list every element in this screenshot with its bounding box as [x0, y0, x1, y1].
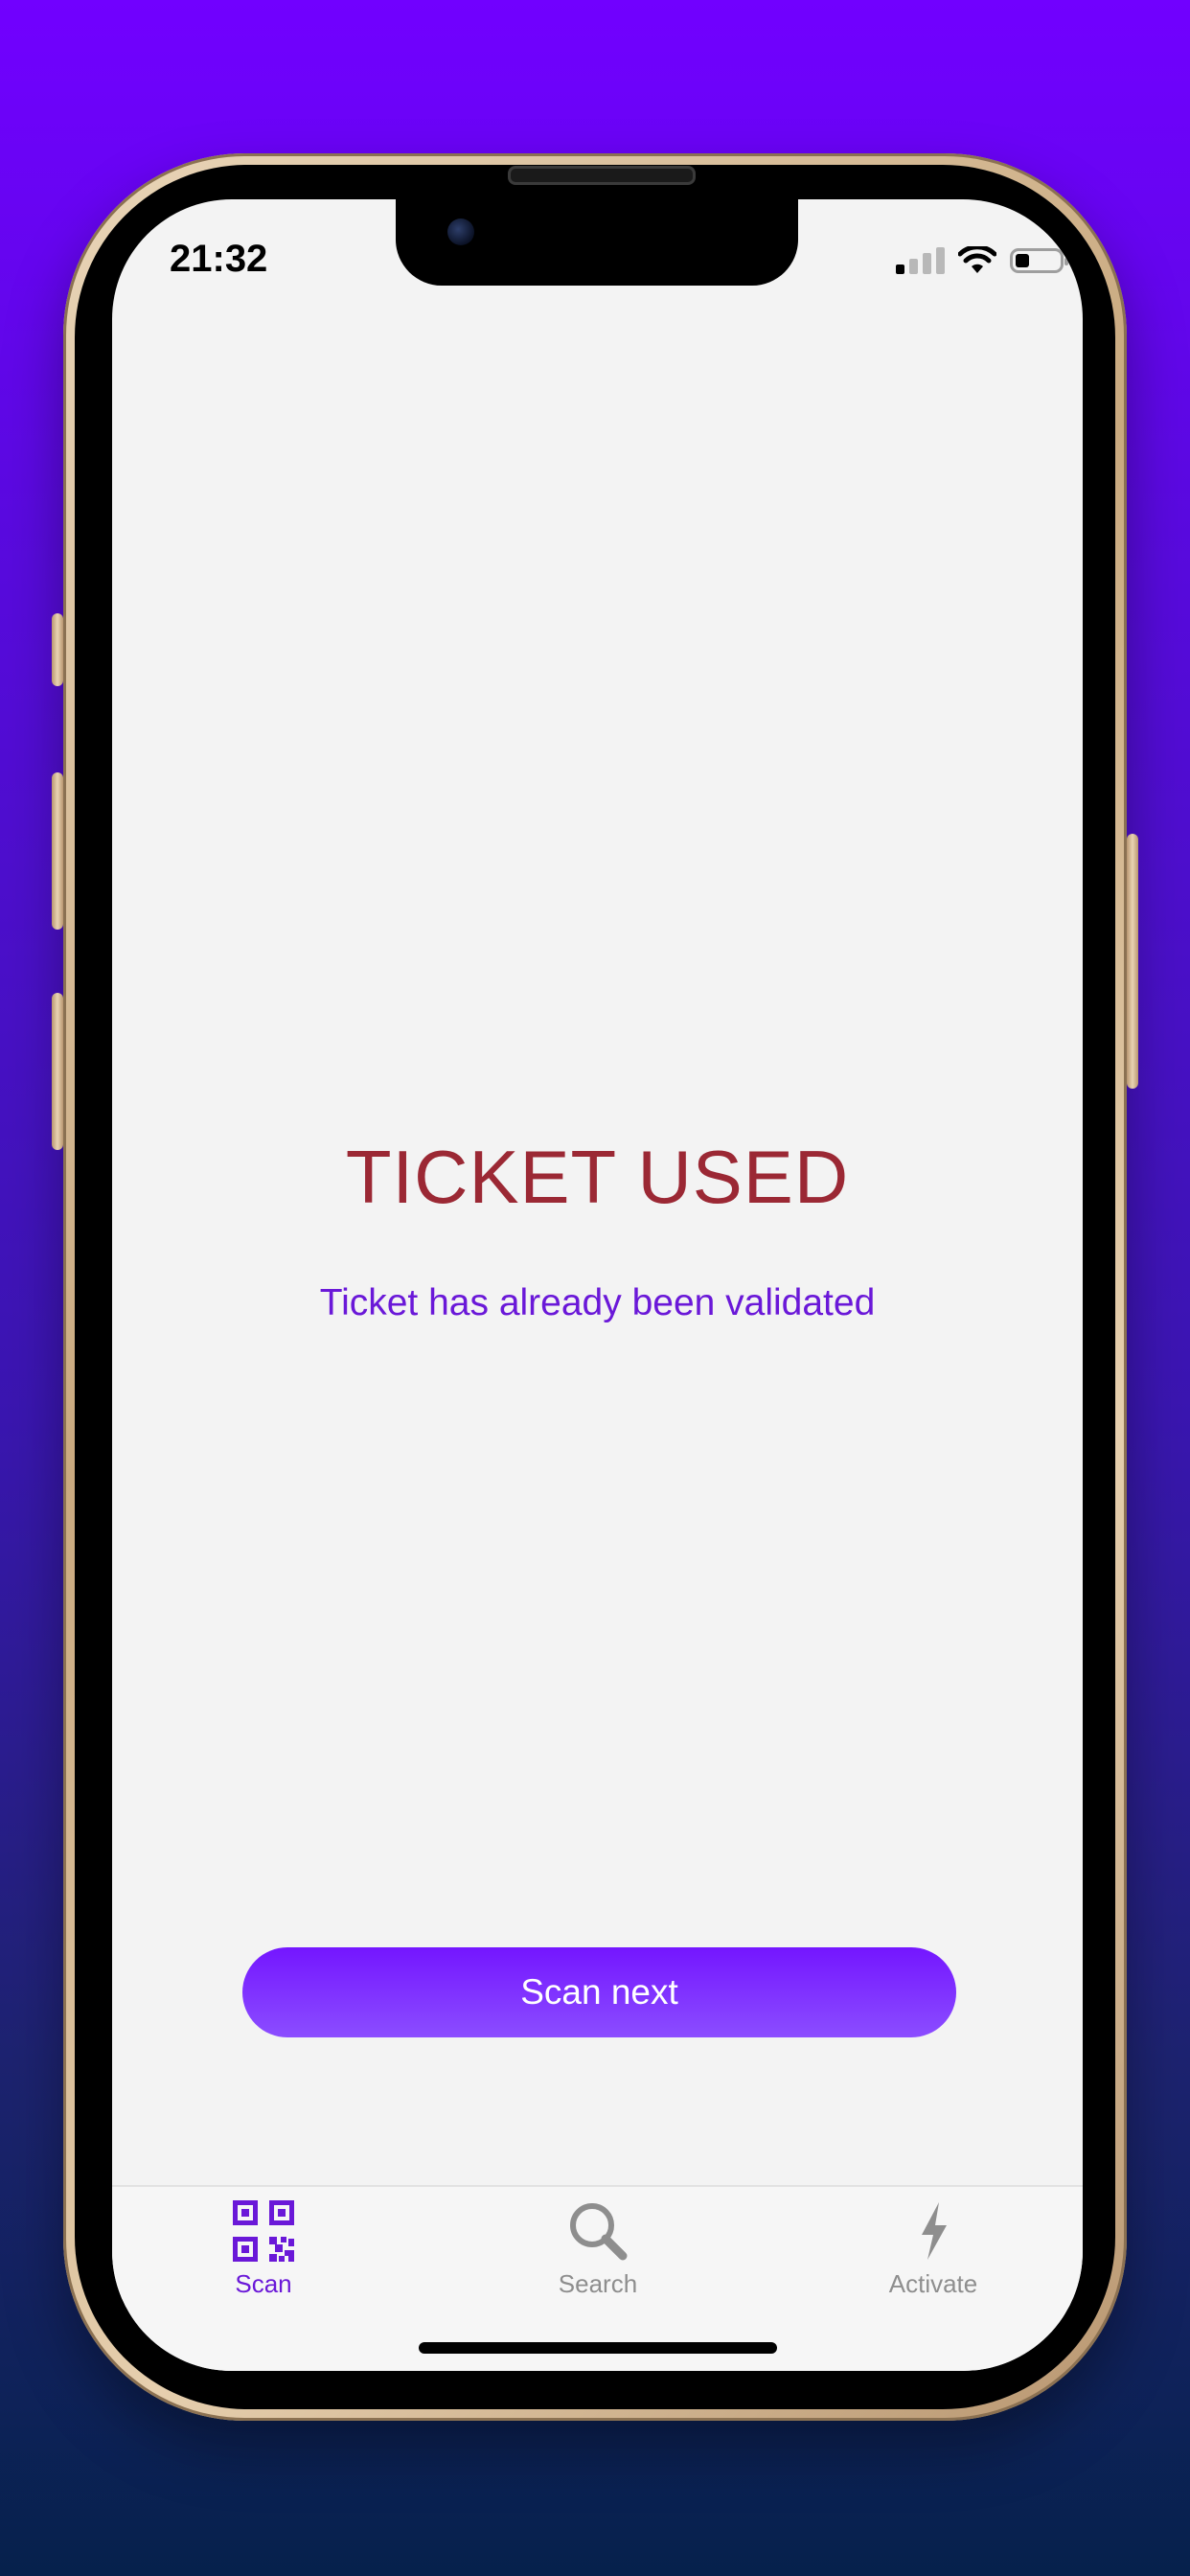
tab-scan-label: Scan	[235, 2269, 292, 2298]
scan-next-button[interactable]: Scan next	[242, 1947, 956, 2037]
home-indicator[interactable]	[419, 2342, 777, 2354]
mute-switch	[52, 613, 63, 686]
tab-search[interactable]: Search	[502, 2200, 694, 2315]
tab-scan[interactable]: Scan	[168, 2200, 359, 2315]
app-screen: 21:32 TICKET USED Ticket has already bee…	[112, 199, 1083, 2371]
power-button	[1127, 834, 1138, 1089]
tab-search-label: Search	[558, 2269, 638, 2298]
notch	[396, 199, 798, 286]
battery-icon	[1010, 248, 1068, 273]
cellular-signal-icon	[896, 247, 945, 274]
qr-code-icon	[233, 2200, 294, 2262]
wifi-icon	[958, 246, 996, 273]
lightning-icon	[922, 2202, 947, 2260]
volume-down-button	[52, 993, 63, 1150]
magnifier-icon	[570, 2203, 628, 2261]
front-camera	[447, 218, 474, 245]
earpiece-speaker	[508, 166, 696, 185]
status-time: 21:32	[170, 238, 268, 280]
result-message: Ticket has already been validated	[319, 1282, 876, 1323]
tab-activate-label: Activate	[888, 2269, 978, 2298]
result-title: TICKET USED	[345, 1135, 850, 1219]
tab-activate[interactable]: Activate	[837, 2200, 1029, 2315]
volume-up-button	[52, 772, 63, 930]
status-icons	[896, 242, 1068, 280]
